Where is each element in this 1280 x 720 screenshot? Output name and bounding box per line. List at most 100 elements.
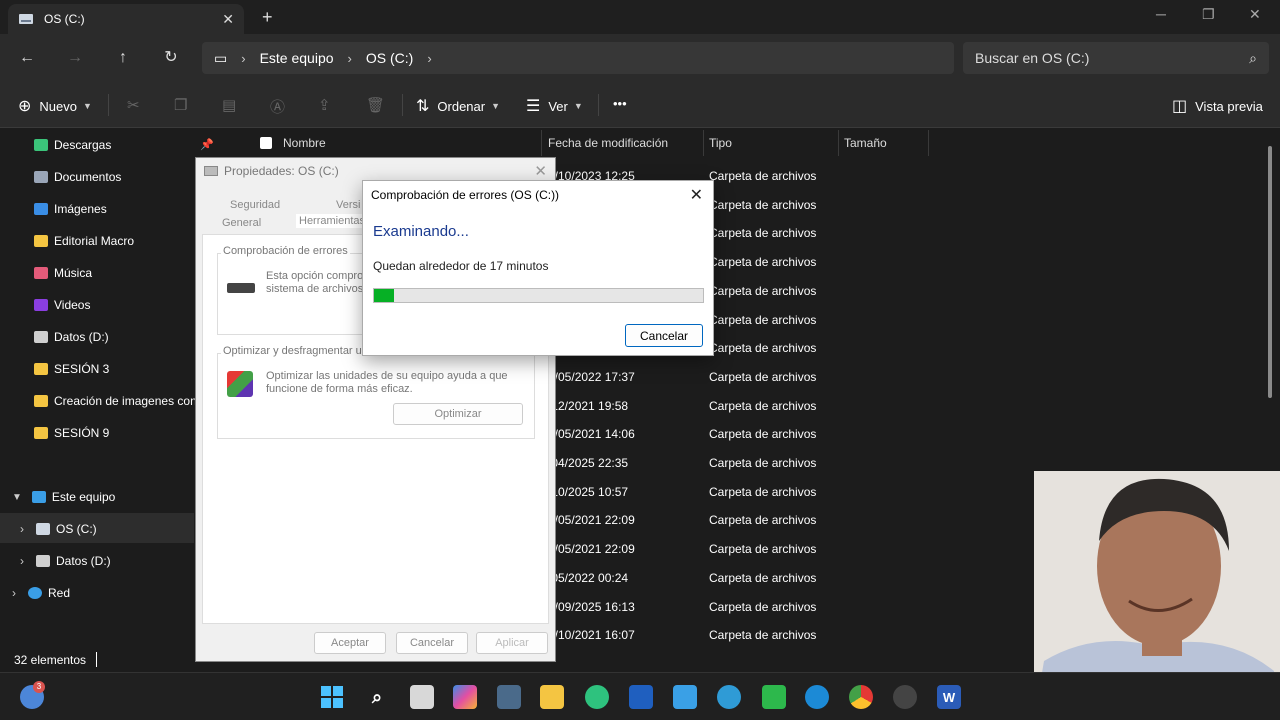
task-view-icon[interactable] bbox=[410, 685, 434, 709]
snipping-icon[interactable] bbox=[585, 685, 609, 709]
sidebar-item-label: Creación de imagenes con bbox=[54, 394, 197, 408]
refresh-icon[interactable]: ↻ bbox=[160, 47, 182, 69]
sidebar-item-label: Este equipo bbox=[51, 490, 116, 504]
column-date-label: Fecha de modificación bbox=[548, 136, 669, 150]
close-tab-icon[interactable]: ✕ bbox=[222, 11, 234, 28]
sidebar-item[interactable]: Música bbox=[34, 262, 92, 284]
optimize-button[interactable]: Optimizar bbox=[393, 403, 523, 425]
sidebar-item[interactable]: SESIÓN 3 bbox=[34, 358, 109, 380]
address-bar[interactable]: ▭ › Este equipo › OS (C:) › bbox=[202, 42, 954, 74]
close-icon[interactable]: ✕ bbox=[690, 185, 703, 205]
column-header-date[interactable]: Fecha de modificación bbox=[548, 128, 668, 158]
close-icon[interactable]: ✕ bbox=[534, 162, 547, 180]
sidebar-item[interactable]: Datos (D:) bbox=[34, 326, 109, 348]
column-header-name[interactable]: Nombre bbox=[260, 128, 326, 158]
sidebar-item[interactable]: Descargas bbox=[34, 134, 111, 156]
chrome-icon[interactable] bbox=[849, 685, 873, 709]
copilot-icon[interactable] bbox=[453, 685, 477, 709]
chevron-right-icon: › bbox=[347, 50, 352, 66]
sidebar-item-datos-d[interactable]: › Datos (D:) bbox=[20, 550, 111, 572]
sidebar-item-label: SESIÓN 9 bbox=[54, 426, 110, 440]
paste-icon[interactable]: ▤ bbox=[222, 96, 236, 114]
view-button[interactable]: ☰ Ver ▼ bbox=[526, 96, 583, 116]
delete-icon[interactable]: 🗑 bbox=[366, 96, 385, 114]
obs-icon[interactable] bbox=[893, 685, 917, 709]
sidebar-item[interactable]: Creación de imagenes con bbox=[34, 390, 197, 412]
apply-button[interactable]: Aplicar bbox=[476, 632, 548, 654]
sidebar-item-este-equipo[interactable]: ▼ Este equipo bbox=[12, 486, 115, 508]
sidebar-item-label: OS (C:) bbox=[56, 522, 97, 536]
cancel-scan-button[interactable]: Cancelar bbox=[625, 324, 703, 347]
copy-icon[interactable]: ❐ bbox=[174, 96, 187, 114]
cut-icon[interactable]: ✂ bbox=[127, 96, 140, 114]
drive-icon bbox=[19, 14, 33, 24]
maps-icon[interactable] bbox=[717, 685, 741, 709]
new-tab-button[interactable]: + bbox=[262, 7, 273, 28]
chevron-right-icon: › bbox=[12, 586, 16, 600]
tab-title: OS (C:) bbox=[44, 12, 85, 26]
chevron-right-icon: › bbox=[20, 522, 24, 536]
new-button[interactable]: ⊕ Nuevo ▼ bbox=[18, 96, 92, 116]
row-type: Carpeta de archivos bbox=[709, 456, 817, 470]
network-icon bbox=[28, 587, 42, 599]
share-icon[interactable]: ⇪ bbox=[318, 96, 331, 114]
sidebar-item[interactable]: SESIÓN 9 bbox=[34, 422, 109, 444]
view-label: Ver bbox=[548, 98, 568, 114]
forward-arrow-icon[interactable]: → bbox=[64, 47, 86, 69]
row-type: Carpeta de archivos bbox=[709, 312, 817, 327]
restore-icon[interactable]: ❐ bbox=[1202, 6, 1215, 23]
word-icon[interactable]: W bbox=[937, 685, 961, 709]
pin-icon[interactable]: 📌 bbox=[200, 138, 214, 151]
sidebar-item[interactable]: Imágenes bbox=[34, 198, 107, 220]
search-icon[interactable]: ⌕ bbox=[365, 685, 389, 709]
scan-progress-bar bbox=[373, 288, 704, 303]
file-explorer-icon[interactable] bbox=[540, 685, 564, 709]
sidebar-item[interactable]: Editorial Macro bbox=[34, 230, 134, 252]
optimize-group bbox=[217, 353, 535, 439]
minimize-icon[interactable]: ─ bbox=[1156, 6, 1166, 22]
sort-button[interactable]: ⇅ Ordenar ▼ bbox=[416, 96, 500, 116]
edge-icon[interactable] bbox=[805, 685, 829, 709]
item-count: 32 elementos bbox=[14, 653, 87, 667]
row-date: 9/10/2021 16:07 bbox=[548, 628, 635, 643]
column-header-type[interactable]: Tipo bbox=[709, 128, 732, 158]
camtasia-icon[interactable] bbox=[762, 685, 786, 709]
sidebar-item[interactable]: Videos bbox=[34, 294, 90, 316]
select-all-checkbox[interactable] bbox=[260, 137, 272, 149]
row-date: 4/09/2025 16:13 bbox=[548, 599, 635, 614]
up-arrow-icon[interactable]: ↑ bbox=[112, 47, 134, 69]
sidebar-item-red[interactable]: › Red bbox=[12, 582, 70, 604]
video-icon bbox=[34, 299, 48, 311]
ok-button[interactable]: Aceptar bbox=[314, 632, 386, 654]
search-icon: ⌕ bbox=[1249, 49, 1257, 66]
column-name-label: Nombre bbox=[283, 136, 326, 150]
tab-tools[interactable]: Herramientas bbox=[296, 214, 369, 228]
close-window-icon[interactable]: ✕ bbox=[1249, 6, 1261, 23]
plus-circle-icon: ⊕ bbox=[18, 98, 32, 115]
preview-button[interactable]: ◫ Vista previa bbox=[1172, 96, 1263, 116]
cancel-button[interactable]: Cancelar bbox=[396, 632, 468, 654]
breadcrumb-este-equipo[interactable]: Este equipo bbox=[260, 50, 334, 66]
notepad-icon[interactable] bbox=[673, 685, 697, 709]
chevron-right-icon: › bbox=[20, 554, 24, 568]
command-bar: ⊕ Nuevo ▼ ✂ ❐ ▤ Ⓐ ⇪ 🗑 ⇅ Ordenar ▼ ☰ Ver … bbox=[0, 82, 1280, 128]
start-icon[interactable] bbox=[320, 685, 344, 709]
column-header-size[interactable]: Tamaño bbox=[844, 128, 887, 158]
back-arrow-icon[interactable]: ← bbox=[16, 47, 38, 69]
search-input[interactable]: Buscar en OS (C:) ⌕ bbox=[963, 42, 1269, 74]
vertical-scrollbar[interactable] bbox=[1268, 146, 1272, 398]
breadcrumb-os-c[interactable]: OS (C:) bbox=[366, 50, 413, 66]
sidebar-item-os-c[interactable]: › OS (C:) bbox=[20, 518, 97, 540]
tab-general[interactable]: General bbox=[222, 217, 261, 229]
column-size-label: Tamaño bbox=[844, 136, 887, 150]
row-type: Carpeta de archivos bbox=[709, 628, 817, 643]
calculator-icon[interactable] bbox=[497, 685, 521, 709]
sidebar-item[interactable]: Documentos bbox=[34, 166, 121, 188]
row-type: Carpeta de archivos bbox=[709, 599, 817, 614]
tab-security[interactable]: Seguridad bbox=[230, 199, 280, 211]
more-options-button[interactable]: ••• bbox=[613, 96, 627, 111]
rename-icon[interactable]: Ⓐ bbox=[270, 96, 285, 117]
tab-versions[interactable]: Versi bbox=[336, 199, 360, 211]
tab-os-c[interactable]: OS (C:) ✕ bbox=[8, 4, 244, 34]
app-icon[interactable] bbox=[629, 685, 653, 709]
